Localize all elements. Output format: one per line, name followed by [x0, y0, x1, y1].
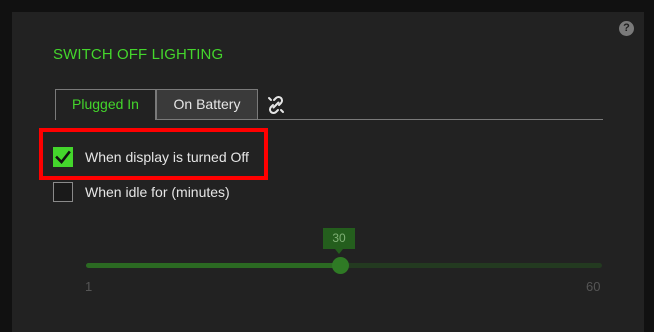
tab-divider	[258, 119, 603, 120]
slider-fill	[86, 263, 340, 268]
slider-max-label: 60	[586, 279, 601, 294]
tab-plugged-in[interactable]: Plugged In	[55, 89, 156, 120]
slider-thumb[interactable]	[331, 257, 349, 274]
slider-min-label: 1	[85, 279, 93, 294]
checkmark-icon	[55, 150, 71, 164]
display-off-label: When display is turned Off	[85, 149, 249, 165]
display-off-checkbox[interactable]	[53, 147, 73, 167]
tab-on-battery[interactable]: On Battery	[156, 89, 258, 120]
idle-label: When idle for (minutes)	[85, 184, 230, 200]
idle-minutes-slider[interactable]	[86, 257, 602, 274]
section-title: SWITCH OFF LIGHTING	[53, 46, 224, 63]
slider-value-tooltip: 30	[323, 228, 355, 254]
idle-option[interactable]: When idle for (minutes)	[53, 181, 230, 203]
unlink-icon[interactable]	[265, 94, 287, 116]
help-icon[interactable]: ?	[619, 21, 634, 36]
display-off-option[interactable]: When display is turned Off	[53, 146, 249, 168]
idle-checkbox[interactable]	[53, 182, 73, 202]
